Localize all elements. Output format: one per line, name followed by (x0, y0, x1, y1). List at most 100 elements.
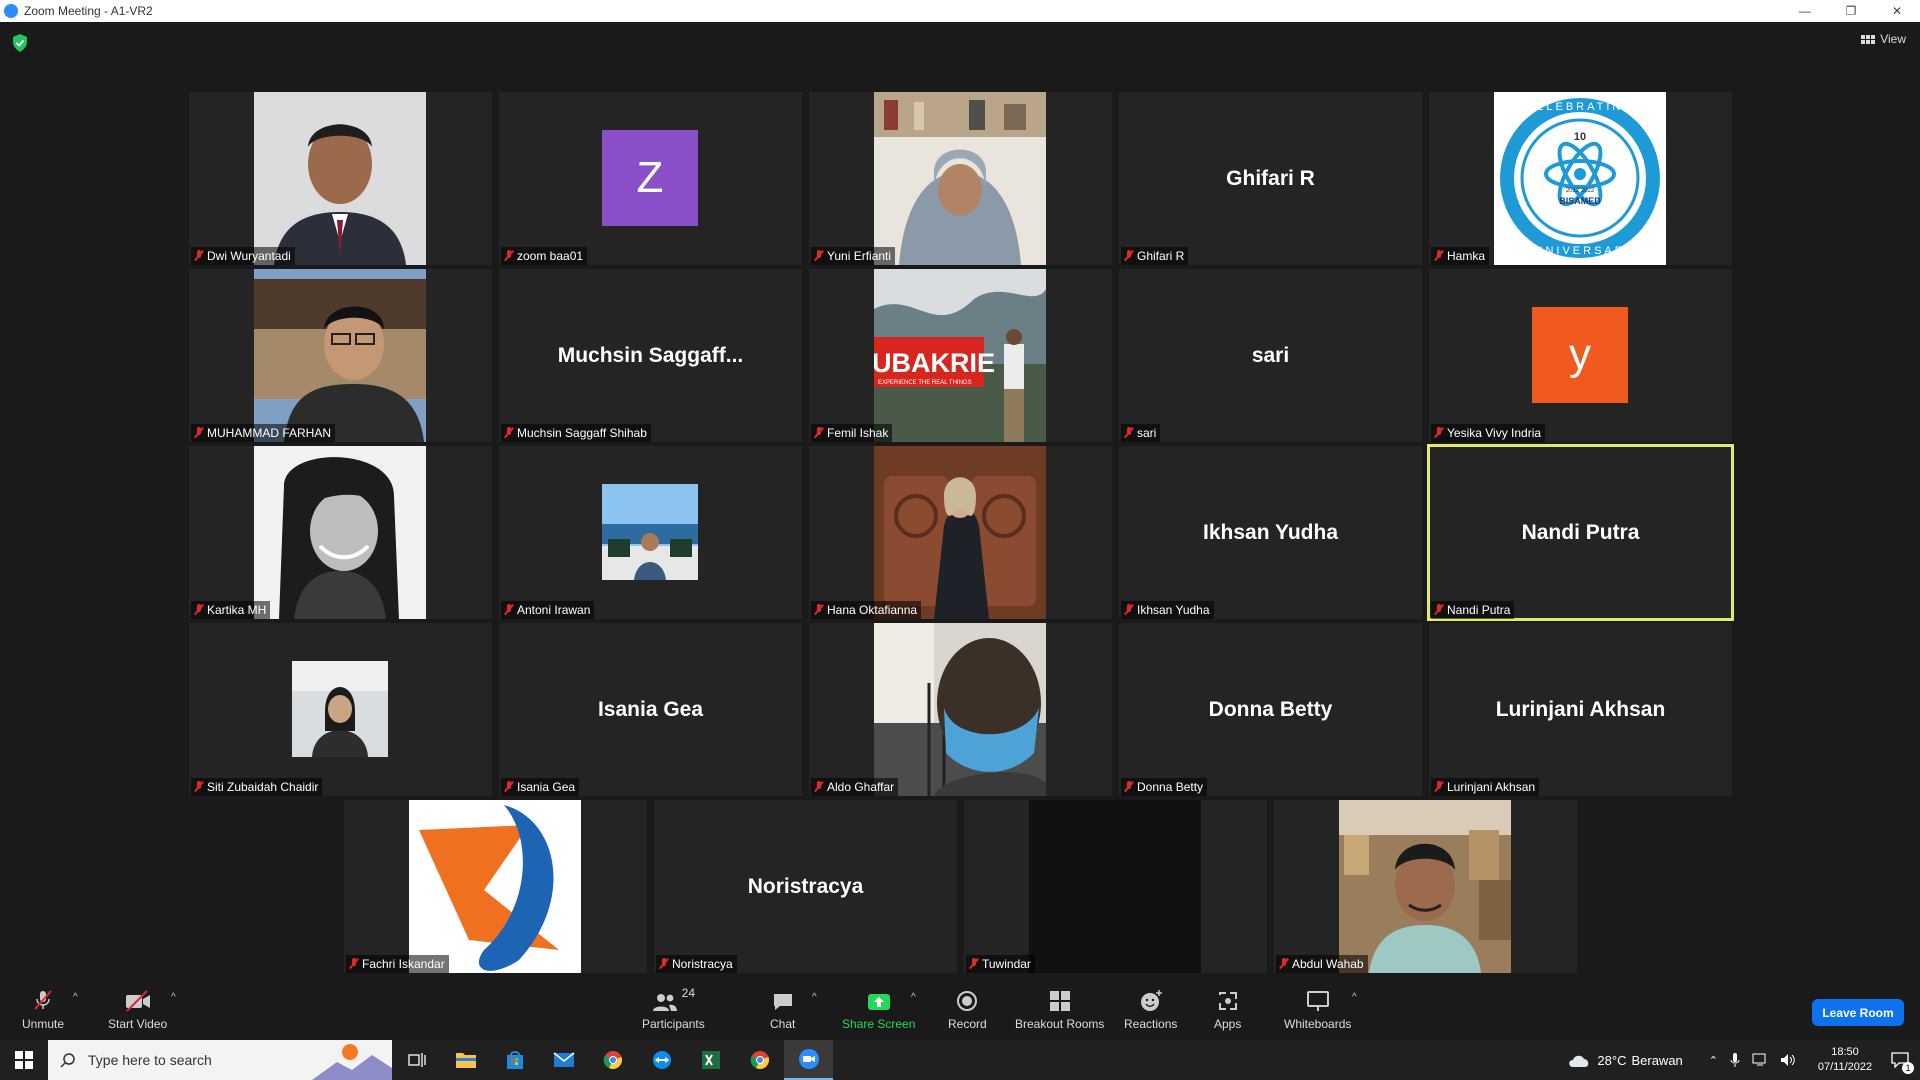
taskbar-file-explorer[interactable] (441, 1040, 490, 1080)
participant-tile[interactable]: Antoni Irawan (499, 446, 802, 619)
taskbar-chrome-2[interactable] (735, 1040, 784, 1080)
participant-photo (874, 446, 1046, 619)
participant-tile[interactable]: Siti Zubaidah Chaidir (189, 623, 492, 796)
whiteboards-button[interactable]: Whiteboards (1284, 986, 1351, 1031)
participant-tile[interactable]: Fachri Iskandar (344, 800, 647, 973)
participant-photo (874, 623, 1046, 796)
taskbar-mail[interactable] (539, 1040, 588, 1080)
participant-tile[interactable]: Noristracya Noristracya (654, 800, 957, 973)
participant-tile[interactable]: Nandi Putra Nandi Putra (1427, 444, 1734, 621)
taskbar-zoom[interactable] (784, 1040, 833, 1080)
notification-center-button[interactable]: 1 (1880, 1040, 1920, 1080)
participant-avatar: y (1532, 307, 1628, 403)
mic-muted-icon (814, 604, 824, 616)
reactions-button[interactable]: Reactions (1124, 986, 1177, 1031)
video-options-caret[interactable]: ^ (171, 992, 176, 1003)
participant-tile[interactable]: Ghifari R Ghifari R (1119, 92, 1422, 265)
participant-tile[interactable]: Donna Betty Donna Betty (1119, 623, 1422, 796)
task-view-button[interactable] (392, 1040, 441, 1080)
weather-desc[interactable]: Berawan (1631, 1053, 1682, 1068)
participant-name-label: Abdul Wahab (1276, 955, 1368, 973)
breakout-rooms-button[interactable]: Breakout Rooms (1015, 986, 1104, 1031)
mic-muted-icon (814, 250, 824, 262)
network-icon[interactable] (1752, 1053, 1770, 1067)
participant-tile[interactable]: UBAKRIE EXPERIENCE THE REAL THINGS Femil I… (809, 269, 1112, 442)
participant-name-label: Femil Ishak (811, 424, 893, 442)
grid-view-icon (1861, 34, 1876, 44)
windows-logo-icon (15, 1051, 33, 1069)
view-button[interactable]: View (1861, 32, 1906, 46)
participant-name: Muchsin Saggaff Shihab (517, 426, 647, 440)
participant-avatar: Z (602, 130, 698, 226)
participant-name-label: Hamka (1431, 247, 1490, 265)
participant-display-name: Noristracya (747, 874, 864, 898)
apps-label: Apps (1214, 1017, 1242, 1031)
taskbar-teamviewer[interactable] (637, 1040, 686, 1080)
mic-muted-icon (1434, 781, 1444, 793)
share-screen-label: Share Screen (842, 1017, 916, 1031)
participant-name: zoom baa01 (517, 249, 584, 263)
start-button[interactable] (0, 1040, 48, 1080)
unmute-button[interactable]: Unmute (22, 986, 64, 1031)
taskbar-excel[interactable] (686, 1040, 735, 1080)
participants-button[interactable]: 24 Participants (642, 986, 705, 1031)
mic-muted-icon (1279, 958, 1289, 970)
breakout-rooms-icon (1049, 991, 1070, 1011)
chat-button[interactable]: Chat (770, 986, 795, 1031)
whiteboard-options-caret[interactable]: ^ (1352, 992, 1357, 1003)
weather-temp[interactable]: 28°C (1597, 1053, 1626, 1068)
audio-options-caret[interactable]: ^ (73, 992, 78, 1003)
apps-button[interactable]: Apps (1214, 986, 1241, 1031)
participant-tile[interactable]: Muchsin Saggaff... Muchsin Saggaff Shihab (499, 269, 802, 442)
start-video-button[interactable]: Start Video (108, 986, 167, 1031)
video-off-icon (125, 990, 150, 1012)
volume-icon[interactable] (1780, 1053, 1796, 1067)
participant-tile[interactable]: Ikhsan Yudha Ikhsan Yudha (1119, 446, 1422, 619)
participant-tile[interactable]: Abdul Wahab (1274, 800, 1577, 973)
leave-room-button[interactable]: Leave Room (1812, 999, 1904, 1026)
participant-tile[interactable]: Yuni Erfianti (809, 92, 1112, 265)
microphone-icon[interactable] (1730, 1052, 1740, 1068)
taskbar-store[interactable] (490, 1040, 539, 1080)
taskbar-search-box[interactable]: Type here to search (48, 1040, 392, 1080)
zoom-icon (798, 1049, 819, 1069)
file-explorer-icon (455, 1053, 476, 1068)
participant-display-name: Ikhsan Yudha (1203, 520, 1338, 544)
participant-tile[interactable]: Hana Oktafianna (809, 446, 1112, 619)
participant-tile[interactable]: Kartika MH (189, 446, 492, 619)
participant-name: Hana Oktafianna (827, 603, 918, 617)
share-options-caret[interactable]: ^ (911, 992, 916, 1003)
participant-tile[interactable]: Zzoom baa01 (499, 92, 802, 265)
meeting-toolbar: Unmute ^ Start Video ^ 24 Participants C… (0, 980, 1920, 1040)
share-screen-icon (867, 994, 890, 1010)
participant-name-label: Ikhsan Yudha (1121, 601, 1214, 619)
security-shield-icon[interactable] (12, 34, 28, 52)
close-button[interactable]: ✕ (1874, 0, 1920, 22)
participant-tile[interactable]: Dwi Wuryantadi (189, 92, 492, 265)
participant-tile[interactable]: Lurinjani Akhsan Lurinjani Akhsan (1429, 623, 1732, 796)
mic-muted-icon (504, 250, 514, 262)
record-label: Record (948, 1017, 987, 1031)
record-button[interactable]: Record (948, 986, 987, 1031)
restore-button[interactable]: ❐ (1828, 0, 1874, 22)
mic-muted-icon (659, 958, 669, 970)
participant-tile[interactable]: y Yesika Vivy Indria (1429, 269, 1732, 442)
participant-tile[interactable]: sari sari (1119, 269, 1422, 442)
chrome-icon (603, 1051, 622, 1069)
apps-icon (1218, 992, 1237, 1010)
participant-name-label: Siti Zubaidah Chaidir (191, 778, 323, 796)
participant-tile[interactable]: MUHAMMAD FARHAN (189, 269, 492, 442)
taskbar-clock[interactable]: 18:50 07/11/2022 (1810, 1045, 1880, 1075)
share-screen-button[interactable]: Share Screen (842, 986, 915, 1031)
zoom-app-icon (4, 4, 18, 18)
taskbar-chrome[interactable] (588, 1040, 637, 1080)
chat-options-caret[interactable]: ^ (812, 992, 817, 1003)
participant-tile[interactable]: Aldo Ghaffar (809, 623, 1112, 796)
participant-tile[interactable]: 10 BISAMED 2012 2022 CELEBRATING ANNIVER… (1429, 92, 1732, 265)
participant-name-label: Muchsin Saggaff Shihab (501, 424, 651, 442)
participant-tile[interactable]: Tuwindar (964, 800, 1267, 973)
tray-expand-icon[interactable]: ⌃ (1709, 1054, 1718, 1067)
clock-date: 07/11/2022 (1817, 1061, 1873, 1073)
minimize-button[interactable]: — (1782, 0, 1828, 22)
participant-tile[interactable]: Isania Gea Isania Gea (499, 623, 802, 796)
